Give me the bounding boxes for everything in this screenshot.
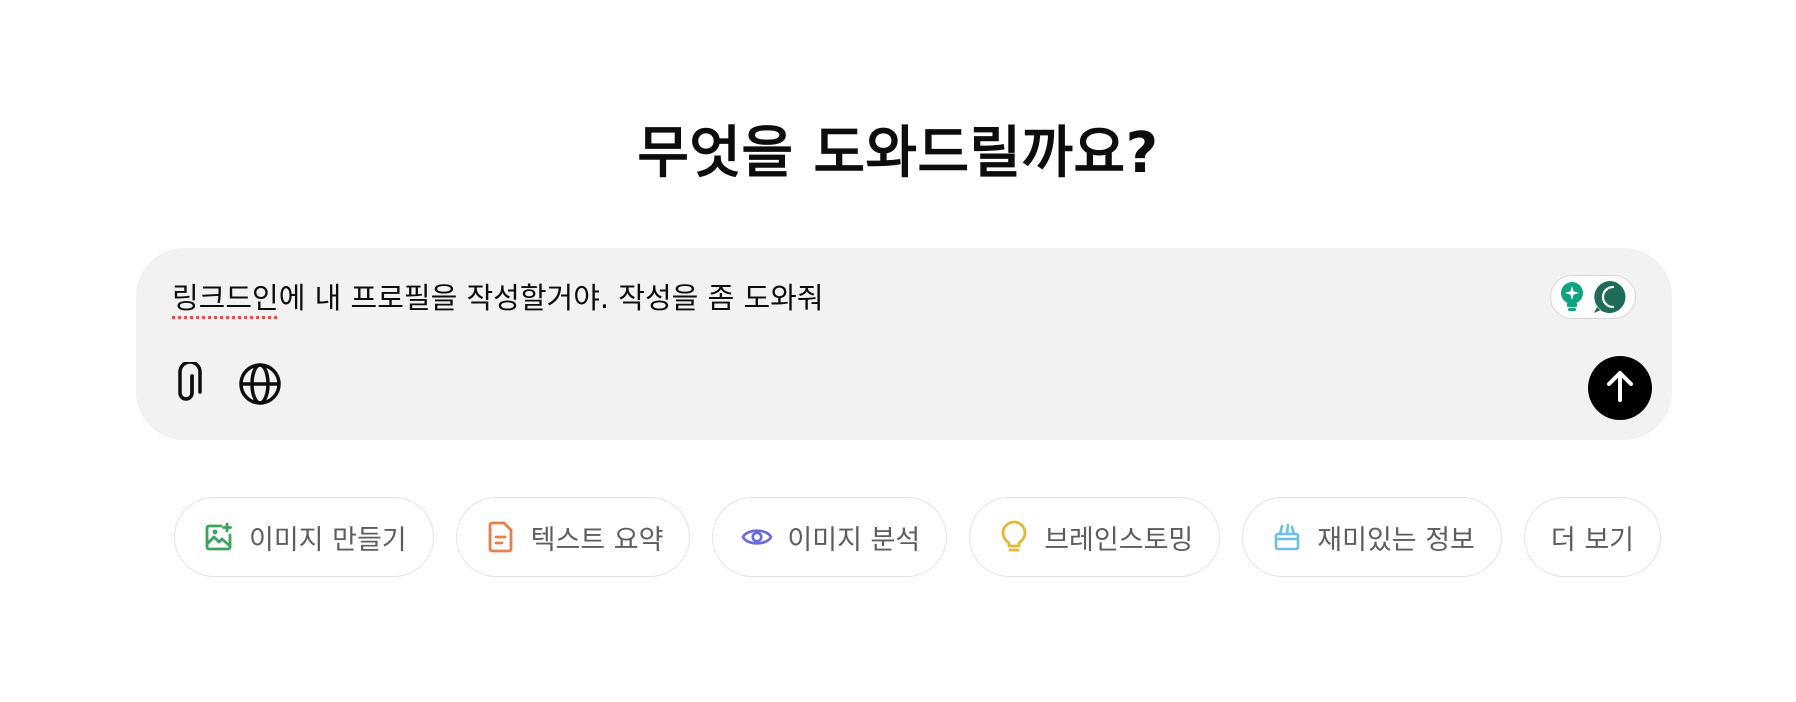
chat-bubble-icon bbox=[1591, 278, 1629, 316]
chip-analyze-image[interactable]: 이미지 분석 bbox=[712, 497, 948, 577]
graduation-cap-icon bbox=[1271, 521, 1303, 553]
message-text-rest: 에 내 프로필을 작성할거야. 작성을 좀 도와줘 bbox=[278, 281, 824, 315]
chip-brainstorm[interactable]: 브레인스토밍 bbox=[969, 497, 1221, 577]
message-input[interactable]: 링크드인에 내 프로필을 작성할거야. 작성을 좀 도와줘 bbox=[172, 278, 824, 318]
message-composer[interactable]: 링크드인에 내 프로필을 작성할거야. 작성을 좀 도와줘 bbox=[136, 248, 1672, 440]
page-title: 무엇을 도와드릴까요? bbox=[637, 121, 1159, 186]
image-create-icon bbox=[203, 521, 235, 553]
chip-label: 이미지 만들기 bbox=[249, 524, 407, 556]
paperclip-icon bbox=[174, 360, 206, 410]
chip-fun-facts[interactable]: 재미있는 정보 bbox=[1242, 497, 1502, 577]
chip-summarize-text[interactable]: 텍스트 요약 bbox=[455, 497, 691, 577]
chip-label: 텍스트 요약 bbox=[530, 524, 664, 556]
eye-icon bbox=[741, 521, 773, 553]
chip-more[interactable]: 더 보기 bbox=[1523, 497, 1661, 577]
globe-icon bbox=[238, 362, 282, 410]
lightbulb-icon bbox=[1557, 280, 1587, 314]
chip-label: 재미있는 정보 bbox=[1317, 524, 1475, 556]
chip-label: 이미지 분석 bbox=[787, 524, 921, 556]
arrow-up-icon bbox=[1605, 369, 1635, 407]
attach-button[interactable] bbox=[166, 360, 214, 410]
chip-label: 더 보기 bbox=[1550, 524, 1634, 556]
web-search-button[interactable] bbox=[236, 362, 284, 410]
lightbulb-icon bbox=[998, 520, 1030, 553]
send-button[interactable] bbox=[1588, 356, 1652, 420]
chip-label: 브레인스토밍 bbox=[1044, 524, 1194, 556]
suggestion-chips: 이미지 만들기 텍스트 요약 이미지 분석 브레인스토밍 재미있는 정보 더 보… bbox=[174, 497, 1661, 577]
page: 무엇을 도와드릴까요? 링크드인에 내 프로필을 작성할거야. 작성을 좀 도와… bbox=[0, 0, 1796, 702]
extension-badge[interactable] bbox=[1550, 275, 1636, 319]
document-icon bbox=[485, 521, 517, 553]
chip-create-image[interactable]: 이미지 만들기 bbox=[174, 497, 434, 577]
misspelled-word: 링크드인 bbox=[172, 281, 279, 315]
